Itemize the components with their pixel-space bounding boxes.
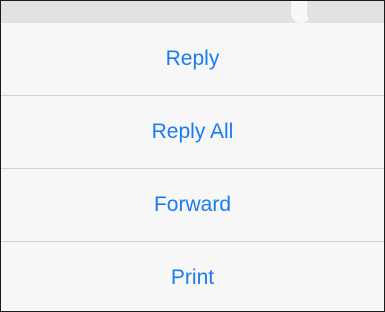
print-button[interactable]: Print bbox=[1, 242, 384, 311]
forward-label: Forward bbox=[153, 193, 232, 216]
reply-all-button[interactable]: Reply All bbox=[1, 96, 384, 168]
popover-arrow-right-edge bbox=[307, 1, 319, 23]
action-sheet: Reply Reply All Forward Print bbox=[1, 23, 384, 311]
reply-all-label: Reply All bbox=[151, 120, 234, 143]
reply-label: Reply bbox=[165, 47, 220, 70]
print-label: Print bbox=[170, 266, 215, 289]
forward-button[interactable]: Forward bbox=[1, 169, 384, 241]
action-sheet-frame: Reply Reply All Forward Print bbox=[0, 0, 385, 312]
backdrop-strip bbox=[1, 1, 384, 23]
reply-button[interactable]: Reply bbox=[1, 23, 384, 95]
